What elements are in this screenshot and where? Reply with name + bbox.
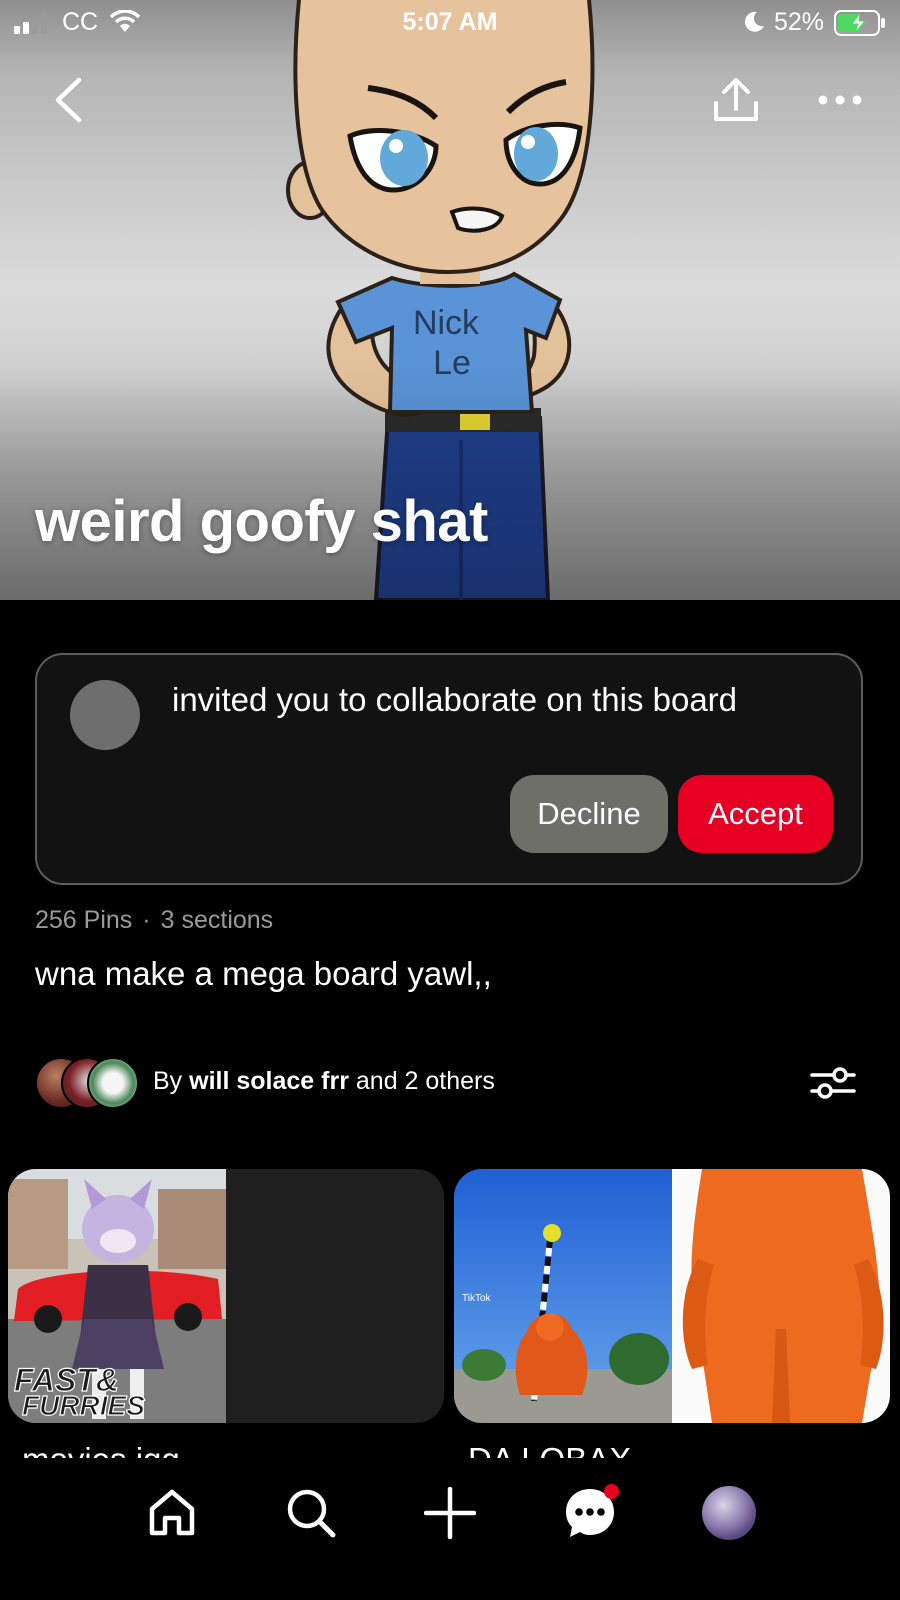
more-icon	[818, 95, 862, 105]
decline-button[interactable]: Decline	[510, 775, 668, 853]
notification-dot	[604, 1484, 619, 1499]
chevron-left-icon	[55, 77, 82, 123]
shirt-text-1: Nick	[413, 304, 480, 342]
battery-percent: 52%	[774, 8, 825, 36]
nav-messages[interactable]	[555, 1478, 625, 1548]
inviter-avatar[interactable]	[70, 680, 140, 750]
board-title: weird goofy shat	[35, 489, 488, 554]
collaborators-byline[interactable]: By will solace frr and 2 others	[153, 1067, 495, 1096]
board-stats: 256 Pins · 3 sections	[35, 906, 273, 935]
back-button[interactable]	[40, 68, 96, 132]
profile-avatar	[702, 1486, 756, 1540]
section-tile-movies[interactable]: FAST& FURRIES	[8, 1169, 444, 1423]
nav-search[interactable]	[276, 1478, 346, 1548]
collaborator-avatars[interactable]	[35, 1057, 145, 1109]
share-icon	[714, 78, 758, 121]
byline-suffix: and 2 others	[355, 1067, 495, 1095]
section-thumbnail: FAST& FURRIES	[8, 1169, 226, 1423]
nav-home[interactable]	[137, 1478, 207, 1548]
hero-shade	[0, 360, 900, 600]
collaboration-invite-card: invited you to collaborate on this board…	[35, 653, 863, 885]
owner-name[interactable]: will solace frr	[189, 1067, 349, 1095]
status-bar: CC 5:07 AM 52%	[0, 0, 900, 46]
stats-separator: ·	[142, 906, 151, 934]
thumb-text: TikTok	[462, 1293, 492, 1304]
board-description: wna make a mega board yawl,,	[35, 955, 492, 992]
search-icon	[287, 1489, 336, 1538]
moon-icon	[744, 11, 764, 32]
section-label[interactable]: movies igg	[22, 1436, 180, 1458]
section-tile-da-lobax[interactable]: TikTok	[454, 1169, 890, 1423]
battery-icon	[834, 10, 885, 36]
section-label[interactable]: DA LOBAX	[468, 1436, 631, 1458]
nav-create[interactable]	[415, 1478, 485, 1548]
pins-count: 256 Pins	[35, 906, 133, 934]
sliders-icon	[810, 1067, 856, 1099]
collaborators-row[interactable]: By will solace frr and 2 others	[35, 1057, 865, 1109]
byline-prefix: By	[153, 1067, 183, 1095]
sections-count: 3 sections	[160, 906, 274, 934]
invite-message: invited you to collaborate on this board	[172, 681, 738, 718]
section-thumbnail-empty	[226, 1169, 444, 1423]
more-options-button[interactable]	[808, 74, 872, 126]
bottom-nav	[0, 1458, 900, 1600]
nav-profile[interactable]	[694, 1478, 764, 1548]
section-thumbnail: TikTok	[454, 1169, 672, 1423]
plus-icon	[424, 1487, 476, 1539]
accept-button[interactable]: Accept	[678, 775, 833, 853]
share-button[interactable]	[704, 68, 768, 132]
collaborator-avatar	[87, 1057, 139, 1109]
section-thumbnail	[672, 1169, 890, 1423]
thumb-text-2: FURRIES	[22, 1390, 145, 1421]
home-icon	[149, 1489, 195, 1536]
filter-button[interactable]	[806, 1057, 860, 1109]
board-cover: Nick Le CC 5:07 AM	[0, 0, 900, 600]
